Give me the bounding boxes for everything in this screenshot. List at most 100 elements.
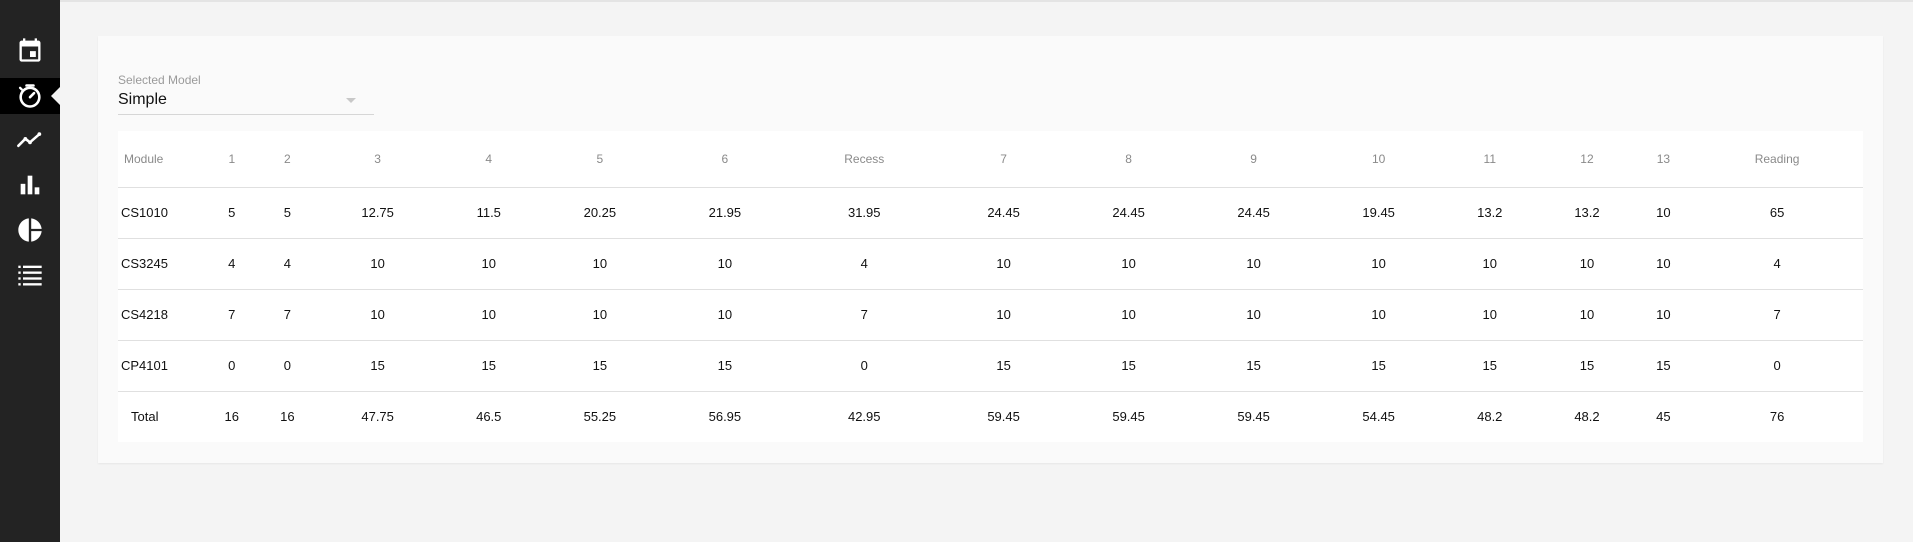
table-cell: 13.2 — [1441, 187, 1539, 239]
table-cell: 0 — [1691, 340, 1863, 392]
nav-bar-chart[interactable] — [0, 167, 60, 203]
calendar-icon — [19, 38, 41, 62]
table-cell: 45 — [1656, 409, 1671, 425]
list-icon — [18, 265, 42, 286]
module-name-cell: CS4218 — [118, 289, 204, 341]
table-cell: 15 — [1316, 340, 1442, 392]
table-cell: 10 — [537, 289, 663, 341]
table-cell: 5 — [259, 187, 316, 239]
module-name-cell: CP4101 — [118, 340, 204, 392]
table-cell: 15 — [537, 340, 663, 392]
table-cell: 31.95 — [787, 187, 942, 239]
table-cell: 10 — [1066, 289, 1192, 341]
table-cell: 10 — [1635, 289, 1692, 341]
column-header: 10 — [1316, 131, 1442, 188]
column-header: 12 — [1538, 131, 1636, 188]
sidebar — [0, 0, 60, 542]
column-header-module: Module — [118, 131, 204, 188]
module-name-cell: CS1010 — [118, 187, 204, 239]
table-cell: 16 — [224, 409, 240, 425]
table-cell: 4 — [259, 238, 316, 290]
workload-card: Selected Model Simple Module 1 2 3 4 5 6 Recess… — [98, 36, 1883, 463]
nav-timer[interactable] — [0, 78, 60, 114]
column-header: 4 — [440, 131, 538, 188]
table-row: CS1010 5 5 12.75 11.5 20.25 21.95 31.95 24.45 24.… — [118, 187, 1863, 239]
table-cell: 7 — [787, 289, 942, 341]
table-cell: 54.45 — [1362, 409, 1395, 425]
table-cell: 21.95 — [662, 187, 788, 239]
table-cell: 16 — [280, 409, 295, 425]
nav-line-chart[interactable] — [0, 122, 60, 158]
table-cell: 10 — [315, 289, 441, 341]
table-cell: 55.25 — [583, 409, 617, 425]
table-cell: 24.45 — [1066, 187, 1192, 239]
table-header-row: Module 1 2 3 4 5 6 Recess 7 8 9 10 11 12 13 Reading — [118, 131, 1863, 188]
model-select-value: Simple — [118, 91, 167, 108]
table-cell: 0 — [787, 340, 942, 392]
table-cell: 10 — [1191, 289, 1317, 341]
table-cell: 10 — [1316, 238, 1442, 290]
table-cell: 59.45 — [987, 409, 1020, 425]
table-cell: 10 — [1441, 289, 1539, 341]
table-cell: 48.2 — [1574, 409, 1600, 425]
table-row: CS3245 4 4 10 10 10 10 4 10 10 10 10 10 10 10 4 — [118, 238, 1863, 290]
table-cell: 19.45 — [1316, 187, 1442, 239]
timer-icon — [18, 84, 41, 108]
table-cell: 24.45 — [941, 187, 1067, 239]
table-cell: 10 — [1635, 238, 1692, 290]
table-cell: 76 — [1769, 409, 1785, 425]
table-cell: 65 — [1691, 187, 1863, 239]
table-cell: 11.5 — [440, 187, 538, 239]
table-cell: 7 — [204, 289, 260, 341]
table-cell: 0 — [259, 340, 316, 392]
column-header: 9 — [1191, 131, 1317, 188]
column-header: 8 — [1066, 131, 1192, 188]
table-cell: 56.95 — [708, 409, 742, 425]
table-cell: 24.45 — [1191, 187, 1317, 239]
table-cell: 46.5 — [476, 409, 502, 425]
line-chart-icon — [17, 132, 42, 148]
table-cell: 10 — [1635, 187, 1692, 239]
table-cell: 15 — [440, 340, 538, 392]
bar-chart-icon — [20, 175, 40, 195]
column-header: 2 — [259, 131, 316, 188]
table-cell: 10 — [941, 238, 1067, 290]
table-cell: 10 — [440, 238, 538, 290]
module-name-cell: CS3245 — [118, 238, 204, 290]
column-header: Reading — [1691, 131, 1863, 188]
table-cell: 10 — [662, 238, 788, 290]
table-cell: 10 — [315, 238, 441, 290]
table-cell: 10 — [440, 289, 538, 341]
table-cell: 0 — [204, 340, 260, 392]
table-row: CS4218 7 7 10 10 10 10 7 10 10 10 10 10 10 10 7 — [118, 289, 1863, 341]
chevron-down-icon — [346, 98, 356, 103]
table-cell: 5 — [204, 187, 260, 239]
table-cell: 12.75 — [315, 187, 441, 239]
table-cell: 15 — [1066, 340, 1192, 392]
column-header: 11 — [1441, 131, 1539, 188]
nav-list[interactable] — [0, 257, 60, 293]
table-cell: 10 — [1316, 289, 1442, 341]
table-cell: 15 — [315, 340, 441, 392]
table-cell: 10 — [941, 289, 1067, 341]
table-cell: 4 — [787, 238, 942, 290]
table-cell: 13.2 — [1538, 187, 1636, 239]
total-row: Total 16 16 47.75 46.5 55.25 56.95 42.95 59.45 59… — [118, 391, 1863, 442]
nav-calendar[interactable] — [0, 32, 60, 68]
module-name-cell: Total — [131, 409, 159, 425]
model-select-label: Selected Model — [118, 73, 201, 87]
column-header: Recess — [787, 131, 942, 188]
nav-pie-chart[interactable] — [0, 212, 60, 248]
model-select[interactable]: Selected Model Simple — [118, 73, 374, 115]
table-cell: 10 — [537, 238, 663, 290]
table-cell: 10 — [1066, 238, 1192, 290]
table-cell: 15 — [1191, 340, 1317, 392]
table-cell: 15 — [1441, 340, 1539, 392]
table-cell: 10 — [1538, 238, 1636, 290]
table-cell: 4 — [204, 238, 260, 290]
column-header: 6 — [662, 131, 788, 188]
table-cell: 59.45 — [1237, 409, 1270, 425]
column-header: 13 — [1635, 131, 1692, 188]
pie-chart-icon — [18, 218, 42, 242]
column-header: 7 — [941, 131, 1067, 188]
